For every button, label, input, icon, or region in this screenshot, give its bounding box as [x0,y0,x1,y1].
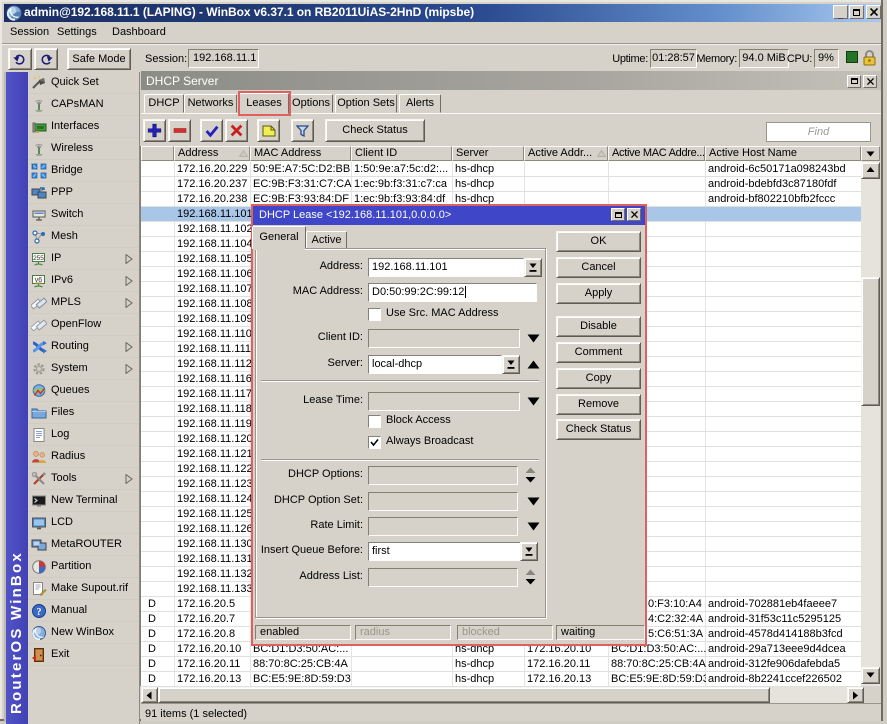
svg-text:255: 255 [33,255,44,262]
svg-text:?: ? [37,607,42,618]
